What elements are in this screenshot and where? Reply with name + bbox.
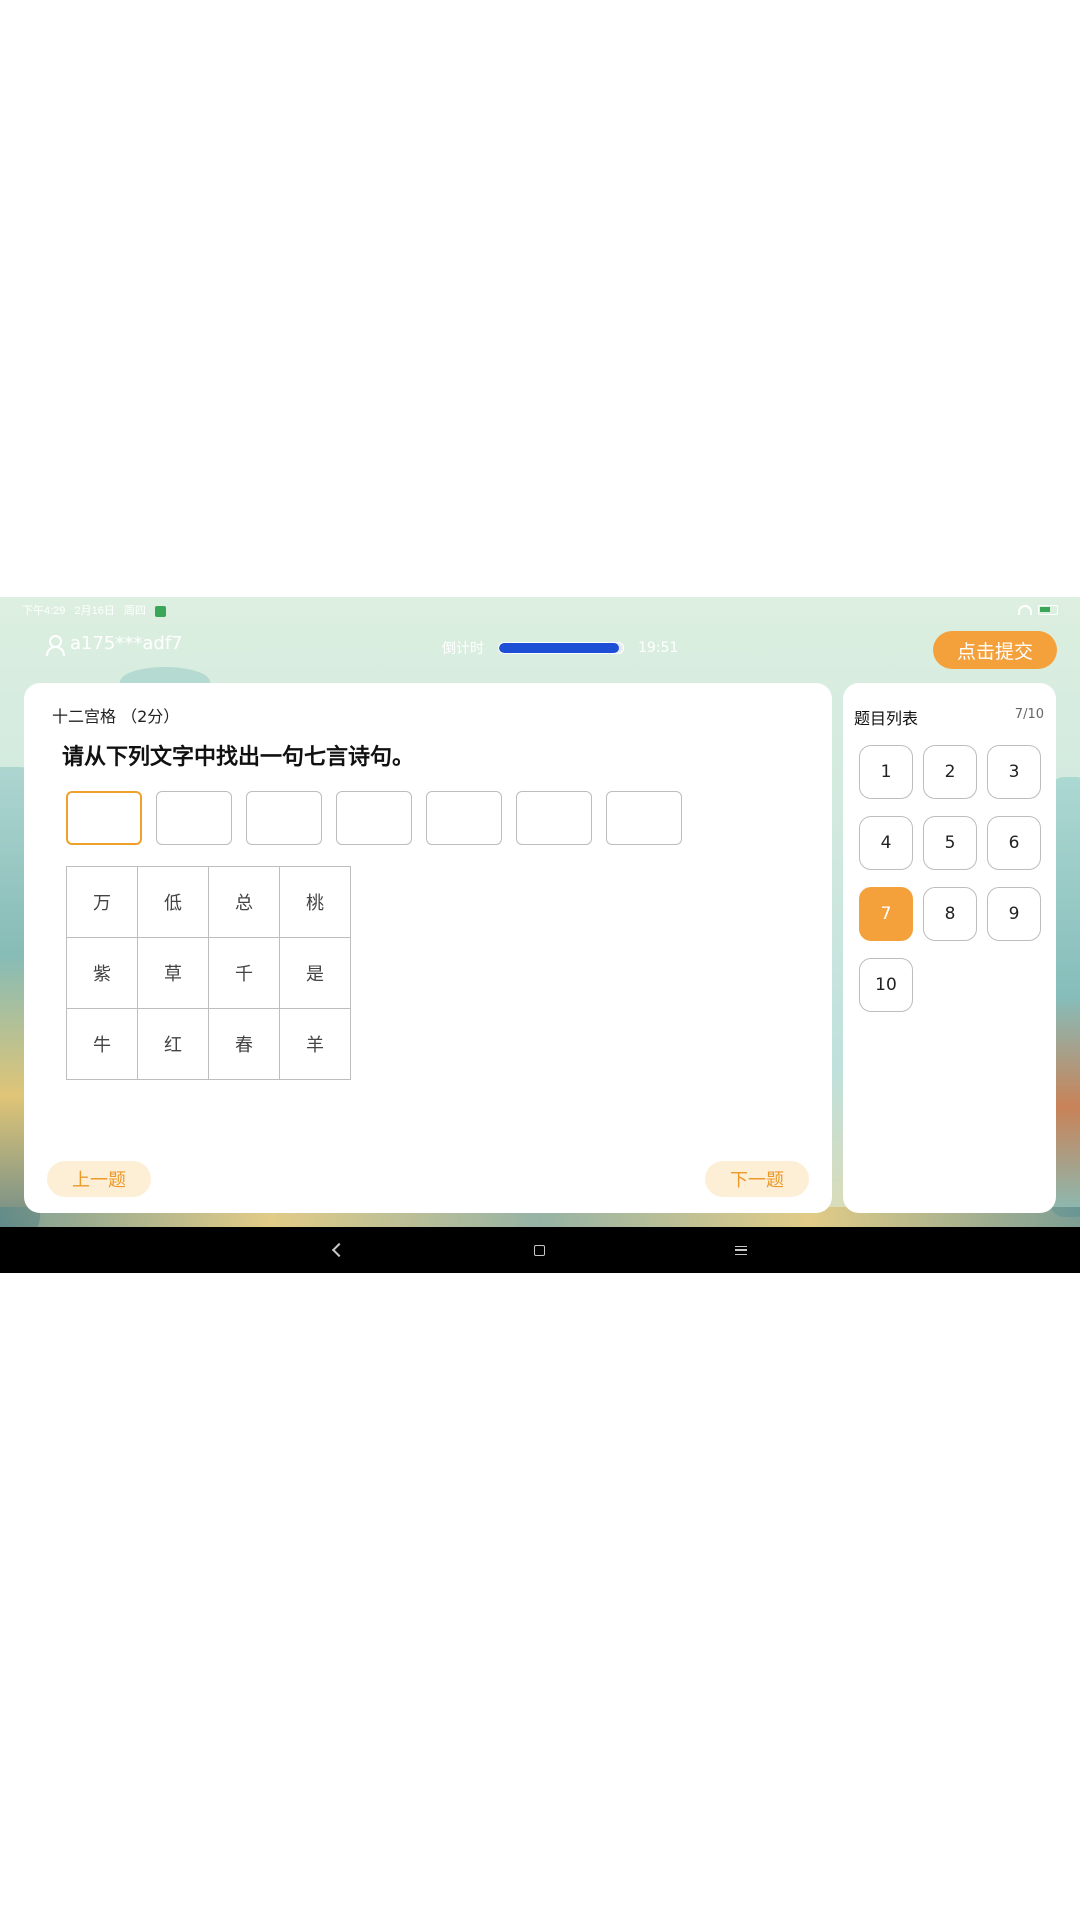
status-date: 2月16日 bbox=[74, 605, 115, 617]
grid-cell[interactable]: 紫 bbox=[67, 938, 138, 1009]
question-type: 十二宫格 （2分） bbox=[52, 707, 180, 726]
status-time: 下午4:29 bbox=[22, 605, 66, 617]
back-icon[interactable] bbox=[331, 1242, 346, 1258]
character-grid: 万低总桃紫草千是牛红春羊 bbox=[66, 866, 351, 1080]
panel-title: 题目列表 bbox=[854, 709, 919, 728]
answer-slot-5[interactable] bbox=[426, 791, 502, 845]
user-info: a175***adf7 bbox=[44, 633, 183, 656]
answer-slot-6[interactable] bbox=[516, 791, 592, 845]
answer-slots bbox=[66, 791, 682, 845]
grid-cell[interactable]: 红 bbox=[138, 1009, 209, 1080]
grid-cell[interactable]: 万 bbox=[67, 867, 138, 938]
grid-cell[interactable]: 总 bbox=[209, 867, 280, 938]
answer-slot-4[interactable] bbox=[336, 791, 412, 845]
question-number-10[interactable]: 10 bbox=[859, 958, 913, 1012]
grid-cell[interactable]: 牛 bbox=[67, 1009, 138, 1080]
question-number-9[interactable]: 9 bbox=[987, 887, 1041, 941]
timer-progress-bar bbox=[498, 642, 624, 654]
user-icon bbox=[44, 634, 65, 656]
question-list-panel: 题目列表 7/10 1 2 3 4 5 6 7 8 9 10 bbox=[843, 683, 1056, 1213]
answer-slot-7[interactable] bbox=[606, 791, 682, 845]
grid-cell[interactable]: 羊 bbox=[280, 1009, 351, 1080]
countdown-timer: 倒计时 19:51 bbox=[442, 638, 678, 658]
grid-cell[interactable]: 低 bbox=[138, 867, 209, 938]
username: a175***adf7 bbox=[70, 633, 183, 654]
notification-icon bbox=[154, 605, 166, 617]
status-right bbox=[1018, 605, 1058, 615]
question-number-7[interactable]: 7 bbox=[859, 887, 913, 941]
answer-slot-2[interactable] bbox=[156, 791, 232, 845]
question-number-2[interactable]: 2 bbox=[923, 745, 977, 799]
question-prompt: 请从下列文字中找出一句七言诗句。 bbox=[62, 745, 415, 770]
panel-progress: 7/10 bbox=[1014, 707, 1044, 722]
prev-question-button[interactable]: 上一题 bbox=[47, 1161, 151, 1197]
system-nav-bar bbox=[0, 1227, 1080, 1273]
grid-cell[interactable]: 草 bbox=[138, 938, 209, 1009]
timer-value: 19:51 bbox=[638, 640, 679, 656]
grid-cell[interactable]: 千 bbox=[209, 938, 280, 1009]
home-icon[interactable] bbox=[533, 1244, 545, 1256]
grid-cell[interactable]: 桃 bbox=[280, 867, 351, 938]
app-screen: 下午4:29 2月16日 周四 a175***adf7 倒计时 19:51 点击… bbox=[0, 597, 1080, 1273]
status-left: 下午4:29 2月16日 周四 bbox=[22, 602, 172, 618]
timer-label: 倒计时 bbox=[442, 641, 484, 657]
status-weekday: 周四 bbox=[123, 605, 146, 617]
status-bar: 下午4:29 2月16日 周四 bbox=[0, 597, 1080, 623]
question-number-5[interactable]: 5 bbox=[923, 816, 977, 870]
question-number-1[interactable]: 1 bbox=[859, 745, 913, 799]
battery-icon bbox=[1038, 605, 1058, 615]
menu-icon[interactable] bbox=[734, 1245, 747, 1255]
question-card: 十二宫格 （2分） 请从下列文字中找出一句七言诗句。 万低总桃紫草千是牛红春羊 … bbox=[24, 683, 832, 1213]
next-question-button[interactable]: 下一题 bbox=[705, 1161, 809, 1197]
answer-slot-3[interactable] bbox=[246, 791, 322, 845]
question-number-8[interactable]: 8 bbox=[923, 887, 977, 941]
submit-button[interactable]: 点击提交 bbox=[933, 631, 1057, 669]
grid-cell[interactable]: 是 bbox=[280, 938, 351, 1009]
timer-progress-fill bbox=[499, 643, 620, 653]
answer-slot-1[interactable] bbox=[66, 791, 142, 845]
question-number-6[interactable]: 6 bbox=[987, 816, 1041, 870]
question-number-4[interactable]: 4 bbox=[859, 816, 913, 870]
wifi-icon bbox=[1018, 605, 1032, 615]
question-number-grid: 1 2 3 4 5 6 7 8 9 10 bbox=[859, 745, 1041, 1012]
question-number-3[interactable]: 3 bbox=[987, 745, 1041, 799]
grid-cell[interactable]: 春 bbox=[209, 1009, 280, 1080]
